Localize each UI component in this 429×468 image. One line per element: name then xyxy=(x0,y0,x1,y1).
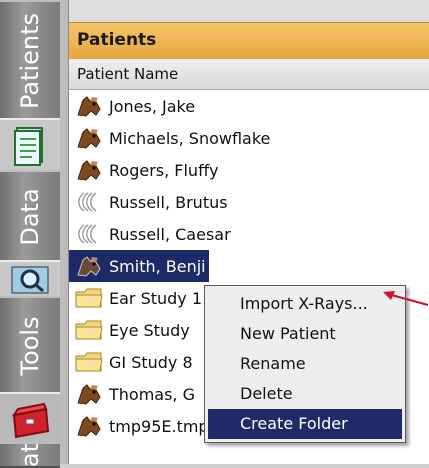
annotation-arrow-icon xyxy=(383,291,429,306)
